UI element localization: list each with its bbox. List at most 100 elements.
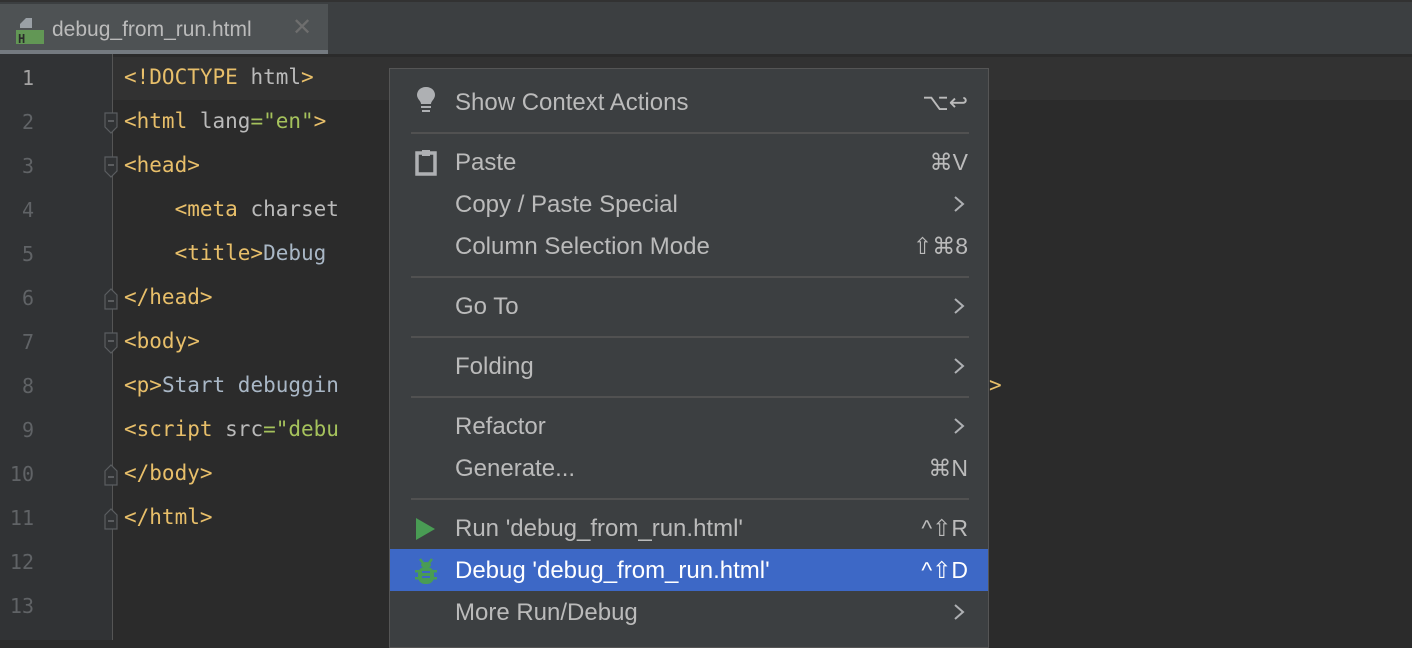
menu-item-generate[interactable]: Generate... ⌘N: [390, 447, 988, 489]
menu-item-column-selection-mode[interactable]: Column Selection Mode ⇧⌘8: [390, 225, 988, 267]
chevron-right-icon: [952, 195, 966, 213]
menu-item-go-to[interactable]: Go To: [390, 285, 988, 327]
code-line[interactable]: <html lang="en">: [124, 109, 326, 133]
menu-separator: [411, 276, 969, 278]
menu-item-paste[interactable]: Paste ⌘V: [390, 141, 988, 183]
menu-item-label: Run 'debug_from_run.html': [455, 515, 743, 542]
line-number: 11: [9, 506, 34, 530]
keyboard-shortcut: ⌘N: [928, 455, 968, 481]
code-line[interactable]: <meta charset: [124, 197, 339, 221]
code-token: Start debuggin: [161, 373, 339, 397]
clipboard-icon: [414, 150, 438, 176]
code-token: <title>: [174, 241, 264, 265]
line-number: 10: [9, 462, 34, 486]
keyboard-shortcut: ^⇧D: [921, 557, 968, 583]
code-token: <html: [124, 109, 200, 133]
fold-collapse-icon[interactable]: [103, 332, 119, 354]
menu-separator: [411, 336, 969, 338]
menu-item-label: Show Context Actions: [455, 89, 689, 116]
chevron-right-icon: [952, 297, 966, 315]
code-token: >: [313, 109, 327, 133]
line-number: 5: [21, 242, 34, 266]
menu-item-refactor[interactable]: Refactor: [390, 405, 988, 447]
code-token: >: [301, 65, 314, 89]
keyboard-shortcut: ⌘V: [929, 149, 968, 175]
line-number: 6: [21, 286, 34, 310]
code-token: charset: [250, 197, 339, 221]
code-token: <script: [124, 417, 226, 441]
keyboard-shortcut: ⌥↩: [922, 89, 968, 115]
line-number: 4: [21, 198, 34, 222]
code-line[interactable]: <head>: [124, 153, 200, 177]
code-line[interactable]: <body>: [124, 329, 200, 353]
menu-item-more-run-debug[interactable]: More Run/Debug: [390, 591, 988, 633]
code-line[interactable]: </body>: [124, 461, 213, 485]
tab-debug-from-run-html[interactable]: H debug_from_run.html ✕: [0, 4, 328, 54]
code-token: lang: [199, 109, 251, 133]
code-token: <!DOCTYPE: [124, 65, 251, 89]
menu-item-show-context-actions[interactable]: Show Context Actions ⌥↩: [390, 81, 988, 123]
menu-item-label: Go To: [455, 293, 519, 320]
code-token: src: [225, 417, 264, 441]
menu-item-label: Paste: [455, 149, 517, 176]
svg-text:H: H: [18, 32, 25, 46]
menu-item-run-debug-from-run-html[interactable]: Run 'debug_from_run.html' ^⇧R: [390, 507, 988, 549]
chevron-right-icon: [952, 603, 966, 621]
fold-collapse-icon[interactable]: [103, 112, 119, 134]
fold-end-icon[interactable]: [103, 508, 119, 530]
code-token: <body>: [124, 329, 200, 353]
code-line-8-tail: >: [989, 373, 1002, 397]
menu-item-label: Folding: [455, 353, 534, 380]
fold-collapse-icon[interactable]: [103, 156, 119, 178]
tab-label: debug_from_run.html: [52, 18, 252, 41]
fold-end-icon[interactable]: [103, 464, 119, 486]
menu-item-label: Generate...: [455, 455, 576, 482]
menu-item-label: More Run/Debug: [455, 599, 638, 626]
code-token: </html>: [124, 505, 213, 529]
menu-separator: [411, 132, 969, 134]
html-file-icon: H: [14, 16, 44, 48]
code-token: </head>: [124, 285, 213, 309]
editor-context-menu: Show Context Actions ⌥↩ Paste ⌘V Copy / Past…: [389, 68, 989, 648]
line-number: 9: [21, 418, 34, 442]
code-line[interactable]: </html>: [124, 505, 213, 529]
code-token: html: [250, 65, 302, 89]
menu-item-label: Copy / Paste Special: [455, 191, 678, 218]
code-token: <head>: [124, 153, 200, 177]
chevron-right-icon: [952, 417, 966, 435]
editor-tab-bar: H debug_from_run.html ✕: [0, 0, 1412, 54]
chevron-right-icon: [952, 357, 966, 375]
lightbulb-icon: [414, 86, 438, 112]
line-number: 13: [9, 594, 34, 618]
code-token: ="en": [250, 109, 314, 133]
menu-separator: [411, 396, 969, 398]
code-line[interactable]: <title>Debug: [124, 241, 327, 265]
menu-item-folding[interactable]: Folding: [390, 345, 988, 387]
menu-item-label: Debug 'debug_from_run.html': [455, 557, 770, 584]
fold-end-icon[interactable]: [103, 288, 119, 310]
menu-item-label: Column Selection Mode: [455, 233, 710, 260]
code-token: <meta: [174, 197, 251, 221]
run-icon: [414, 516, 438, 540]
keyboard-shortcut: ⇧⌘8: [912, 233, 968, 259]
code-line[interactable]: <p>Start debuggin: [124, 373, 339, 397]
menu-item-label: Refactor: [455, 413, 546, 440]
menu-separator: [411, 498, 969, 500]
line-number: 1: [21, 66, 34, 90]
code-line[interactable]: <!DOCTYPE html>: [124, 65, 314, 89]
line-number: 7: [21, 330, 34, 354]
line-number: 3: [21, 154, 34, 178]
menu-item-debug-debug-from-run-html[interactable]: Debug 'debug_from_run.html' ^⇧D: [390, 549, 988, 591]
code-line[interactable]: <script src="debu: [124, 417, 339, 441]
code-line[interactable]: </head>: [124, 285, 213, 309]
code-token: </body>: [124, 461, 213, 485]
close-icon[interactable]: ✕: [292, 16, 312, 40]
keyboard-shortcut: ^⇧R: [921, 515, 968, 541]
code-token: Debug: [263, 241, 327, 265]
code-token: ="debu: [263, 417, 339, 441]
line-number: 8: [21, 374, 34, 398]
line-number: 12: [9, 550, 34, 574]
menu-item-copy-paste-special[interactable]: Copy / Paste Special: [390, 183, 988, 225]
